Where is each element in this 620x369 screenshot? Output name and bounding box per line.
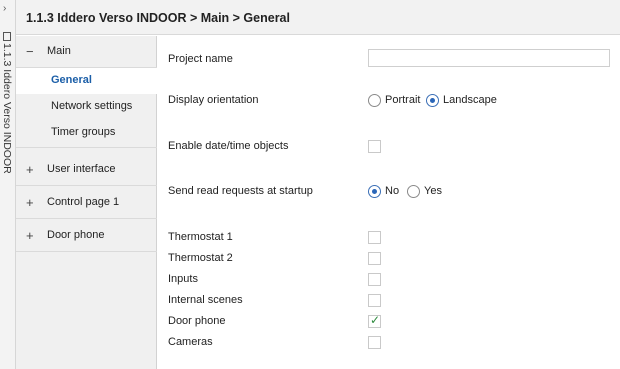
sidebar-group-user-interface: + User interface (16, 154, 157, 186)
thermostat-2-label: Thermostat 2 (168, 252, 233, 264)
internal-scenes-label: Internal scenes (168, 294, 243, 306)
collapse-icon[interactable]: − (26, 44, 34, 59)
display-orientation-row: Display orientation Portrait Landscape (158, 91, 620, 111)
inputs-label: Inputs (168, 273, 198, 285)
cameras-checkbox[interactable] (368, 336, 381, 349)
thermostat-2-row: Thermostat 2 (158, 249, 620, 269)
yes-radio[interactable] (407, 185, 420, 198)
cameras-label: Cameras (168, 336, 213, 348)
sidebar-item-door-phone[interactable]: + Door phone (16, 220, 157, 252)
expand-icon[interactable]: + (26, 228, 34, 243)
no-radio[interactable] (368, 185, 381, 198)
cameras-row: Cameras (158, 333, 620, 353)
expand-icon[interactable]: + (26, 162, 34, 177)
door-phone-row: Door phone ✓ (158, 312, 620, 332)
enable-datetime-row: Enable date/time objects (158, 137, 620, 157)
sidebar-item-network-settings[interactable]: Network settings (16, 94, 157, 120)
read-requests-label: Send read requests at startup (168, 185, 313, 197)
portrait-radio[interactable] (368, 94, 381, 107)
inputs-row: Inputs (158, 270, 620, 290)
sidebar-item-label: Control page 1 (47, 196, 120, 208)
chevron-right-icon[interactable]: › (3, 3, 6, 14)
sidebar: − Main General Network settings Timer gr… (16, 36, 157, 369)
checkmark-icon: ✓ (370, 313, 381, 327)
sidebar-group-main: − Main General Network settings Timer gr… (16, 36, 157, 148)
sidebar-item-label: Network settings (51, 100, 133, 112)
thermostat-1-label: Thermostat 1 (168, 231, 233, 243)
landscape-radio[interactable] (426, 94, 439, 107)
parameter-panel: Project name Display orientation Portrai… (158, 36, 620, 369)
read-requests-row: Send read requests at startup No Yes (158, 182, 620, 202)
sidebar-item-general[interactable]: General (16, 68, 157, 94)
inputs-checkbox[interactable] (368, 273, 381, 286)
yes-label[interactable]: Yes (424, 185, 442, 197)
enable-datetime-label: Enable date/time objects (168, 140, 289, 152)
portrait-label[interactable]: Portrait (385, 94, 420, 106)
door-phone-checkbox[interactable]: ✓ (368, 313, 381, 328)
internal-scenes-checkbox[interactable] (368, 294, 381, 307)
display-orientation-label: Display orientation (168, 94, 259, 106)
device-icon (3, 32, 11, 41)
sidebar-item-control-page-1[interactable]: + Control page 1 (16, 187, 157, 219)
sidebar-item-label: Timer groups (51, 126, 116, 138)
project-name-label: Project name (168, 53, 233, 65)
sidebar-item-main[interactable]: − Main (16, 36, 157, 68)
sidebar-item-label: Main (47, 45, 71, 57)
sidebar-group-door-phone: + Door phone (16, 220, 157, 252)
thermostat-2-checkbox[interactable] (368, 252, 381, 265)
internal-scenes-row: Internal scenes (158, 291, 620, 311)
side-panel-strip[interactable]: › 1.1.3 Iddero Verso INDOOR (0, 0, 16, 369)
sidebar-item-timer-groups[interactable]: Timer groups (16, 120, 157, 148)
landscape-label[interactable]: Landscape (443, 94, 497, 106)
project-name-row: Project name (158, 43, 620, 73)
title-bar: 1.1.3 Iddero Verso INDOOR > Main > Gener… (16, 0, 620, 35)
sidebar-item-label: General (51, 74, 92, 86)
side-panel-label[interactable]: 1.1.3 Iddero Verso INDOOR (1, 32, 13, 174)
no-label[interactable]: No (385, 185, 399, 197)
sidebar-group-control-page-1: + Control page 1 (16, 187, 157, 219)
breadcrumb-title: 1.1.3 Iddero Verso INDOOR > Main > Gener… (26, 11, 290, 25)
expand-icon[interactable]: + (26, 195, 34, 210)
sidebar-item-user-interface[interactable]: + User interface (16, 154, 157, 186)
thermostat-1-checkbox[interactable] (368, 231, 381, 244)
side-panel-text: 1.1.3 Iddero Verso INDOOR (1, 43, 13, 174)
sidebar-item-label: User interface (47, 163, 116, 175)
sidebar-item-label: Door phone (47, 229, 105, 241)
project-name-input[interactable] (368, 49, 610, 67)
thermostat-1-row: Thermostat 1 (158, 228, 620, 248)
enable-datetime-checkbox[interactable] (368, 140, 381, 153)
door-phone-label: Door phone (168, 315, 226, 327)
